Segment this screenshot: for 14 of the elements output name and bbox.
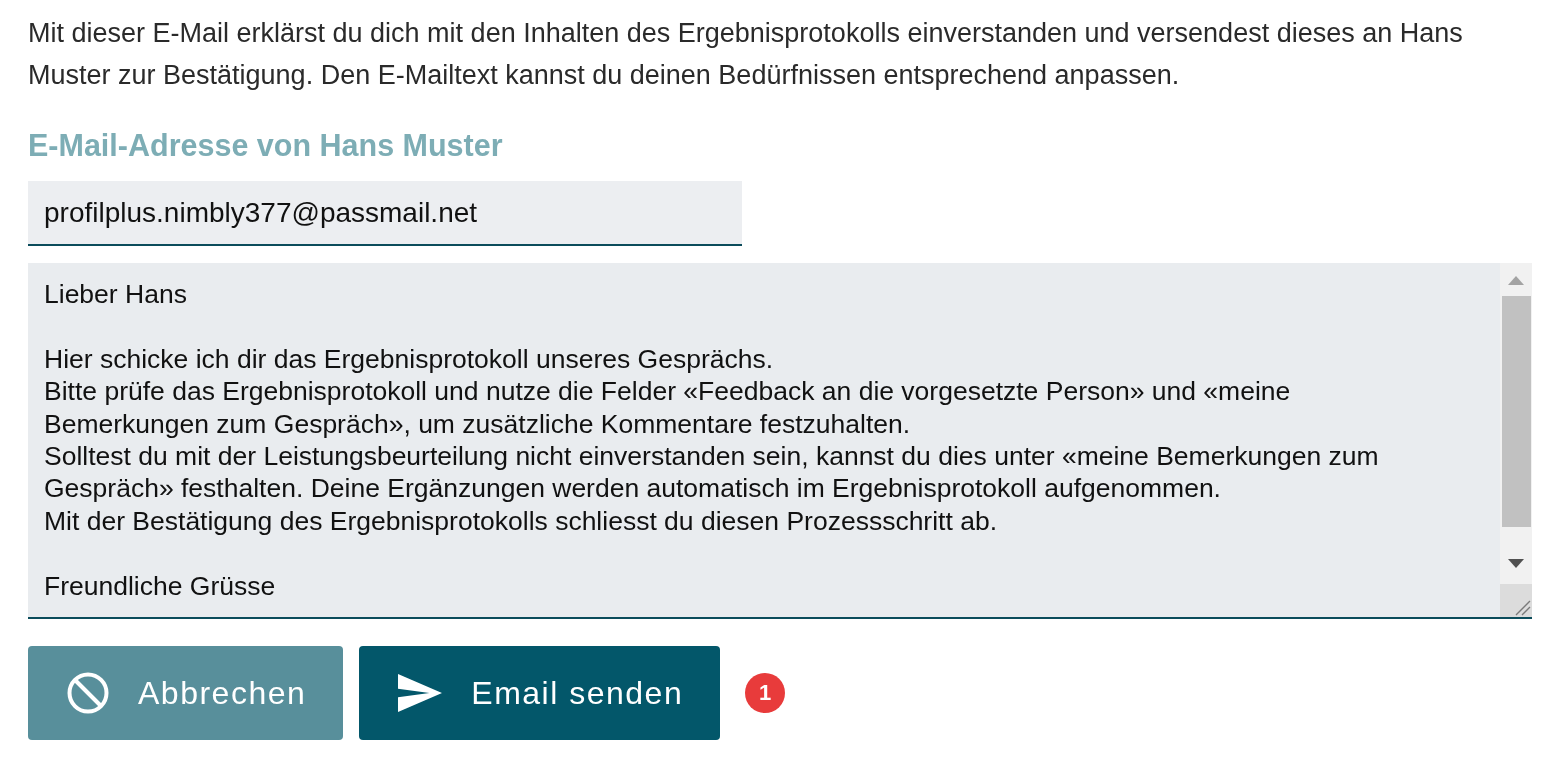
cancel-button[interactable]: Abbrechen (28, 646, 344, 740)
field-label: E-Mail-Adresse von Hans Muster (28, 127, 504, 163)
intro-text: Mit dieser E-Mail erklärst du dich mit den Inhalten des Ergebnisprotokolls einverstanden und versendest dieses an Hans Muster zur Bestätigung. Den E-Mailtext kannst du deinen Bedürfnissen entsprechend anpassen. (28, 17, 1464, 92)
scrollbar[interactable] (1500, 263, 1532, 584)
count-badge: 1 (745, 673, 786, 713)
send-button[interactable]: Email senden (359, 646, 721, 740)
scrollbar-thumb[interactable] (1501, 296, 1531, 527)
resize-grip-icon[interactable] (1500, 584, 1532, 617)
send-icon (398, 674, 443, 712)
scroll-down-icon[interactable] (1508, 559, 1524, 568)
message-field[interactable]: Lieber Hans Hier schicke ich dir das Ergebnisprotokoll unseres Gesprächs. Bitte prüfe das Ergebnisprotokoll und nutze die Felder «Feedback an die vorgesetzte Person» und «meine Bemerkungen zum Gespräch», um zusätzliche Kommentare festzuhalten. Solltest du mit der Leistungsbeurteilung nicht einverstanden sein, kannst du dies unter «meine Bemerkungen zum Gespräch» festhalten. Deine Ergänzungen werden automatisch im Ergebnisprotokoll aufgenommen. Mit der Bestätigung des Ergebnisprotokolls schliesst du diesen Prozessschritt ab. Freundliche Grüsse (28, 263, 1532, 619)
ban-icon (67, 672, 109, 714)
scroll-up-icon[interactable] (1508, 276, 1524, 285)
email-input[interactable]: profilplus.nimbly377@passmail.net (28, 181, 742, 246)
